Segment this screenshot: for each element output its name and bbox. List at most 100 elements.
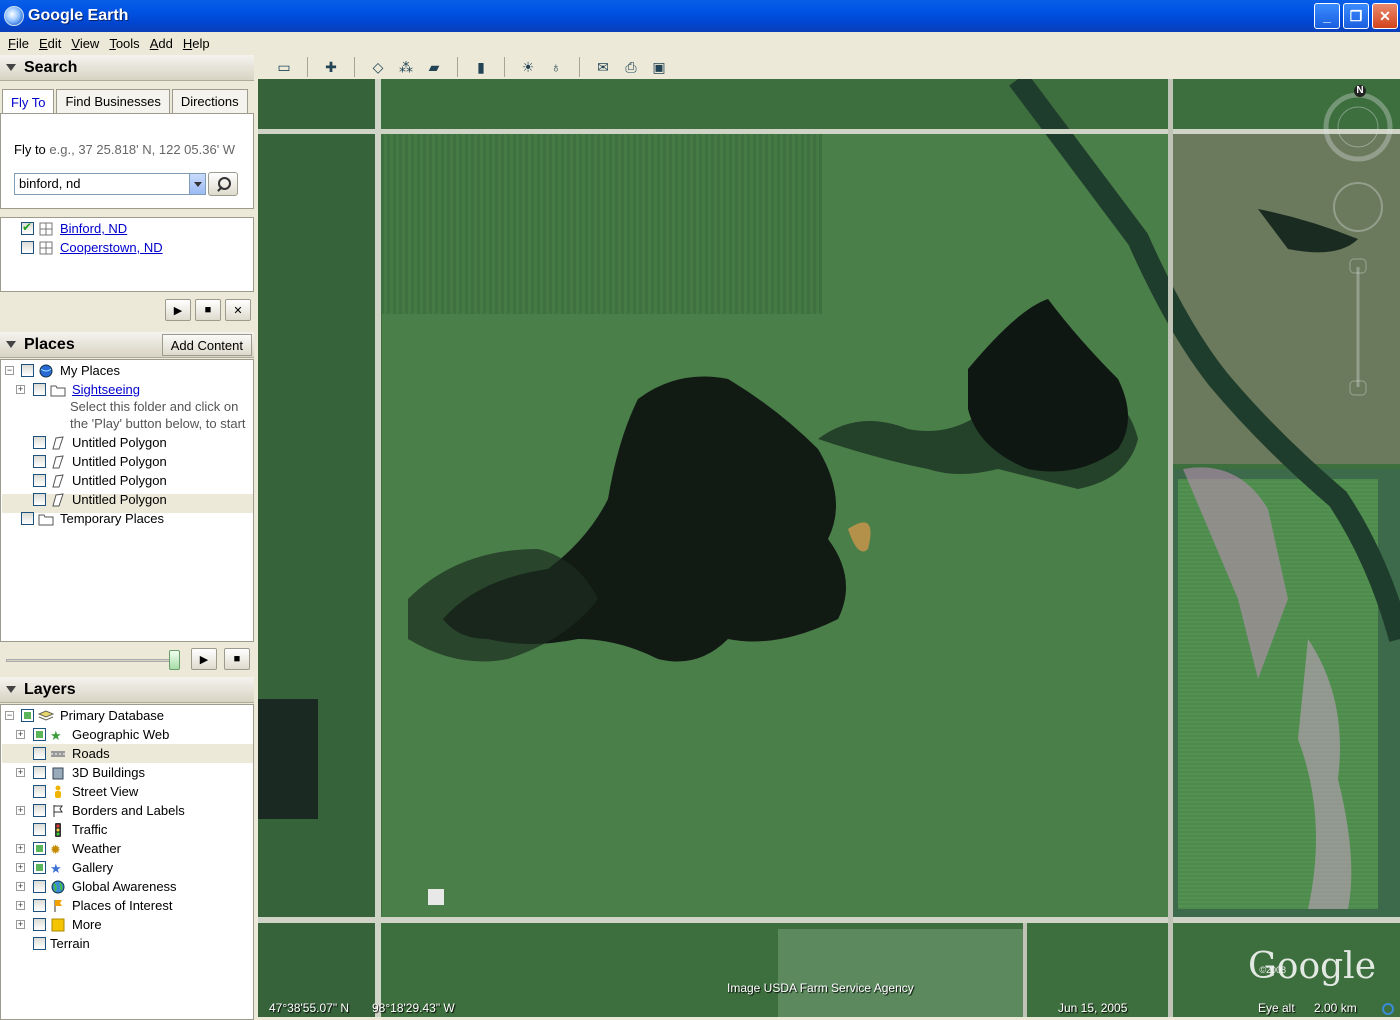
checkbox[interactable] [33, 899, 46, 912]
toggle-sidebar-icon[interactable]: ▭ [272, 57, 296, 77]
checkbox[interactable] [33, 937, 46, 950]
checkbox[interactable] [33, 383, 46, 396]
collapse-toggle[interactable]: − [5, 711, 14, 720]
sky-icon[interactable]: ♁ [544, 57, 568, 77]
checkbox[interactable] [33, 728, 46, 741]
tab-fly-to[interactable]: Fly To [2, 89, 55, 115]
expand-toggle[interactable]: + [16, 920, 25, 929]
checkbox[interactable] [21, 364, 34, 377]
checkbox[interactable] [33, 747, 46, 760]
stop-button[interactable]: ■ [195, 299, 221, 321]
checkbox[interactable] [33, 474, 46, 487]
list-item[interactable]: Cooperstown, ND [21, 238, 163, 257]
layer-places-of-interest[interactable]: Places of Interest [33, 896, 172, 915]
layer-more[interactable]: More [33, 915, 102, 934]
add-path-icon[interactable]: ⁂ [394, 57, 418, 77]
layer-weather[interactable]: ✹ Weather [33, 839, 121, 858]
checkbox[interactable] [33, 880, 46, 893]
checkbox[interactable] [21, 241, 34, 254]
tree-item-polygon[interactable]: Untitled Polygon [33, 471, 167, 490]
layer-3d-buildings[interactable]: 3D Buildings [33, 763, 145, 782]
result-link[interactable]: Cooperstown, ND [60, 240, 163, 255]
tree-item-polygon[interactable]: Untitled Polygon [33, 452, 167, 471]
satellite-imagery[interactable] [258, 79, 1400, 1017]
email-icon[interactable]: ✉ [591, 57, 615, 77]
checkbox[interactable] [33, 918, 46, 931]
menu-tools[interactable]: Tools [105, 36, 145, 51]
tour-slider-handle[interactable] [169, 650, 180, 670]
menu-view[interactable]: View [67, 36, 105, 51]
minimize-button[interactable]: _ [1314, 3, 1340, 29]
checkbox[interactable] [33, 823, 46, 836]
checkbox[interactable] [21, 512, 34, 525]
checkbox[interactable] [33, 455, 46, 468]
checkbox[interactable] [33, 493, 46, 506]
menu-help[interactable]: Help [179, 36, 216, 51]
compass-icon[interactable] [1322, 87, 1394, 417]
tour-slider-track[interactable] [6, 659, 174, 662]
expand-toggle[interactable]: + [16, 901, 25, 910]
layer-street-view[interactable]: Street View [33, 782, 138, 801]
print-icon[interactable]: ⎙ [619, 57, 643, 77]
checkbox[interactable] [21, 220, 34, 235]
sunlight-icon[interactable]: ☀ [516, 57, 540, 77]
north-indicator[interactable]: N [1354, 85, 1366, 97]
clear-button[interactable]: ✕ [225, 299, 251, 321]
layer-primary-database[interactable]: Primary Database [21, 706, 164, 725]
result-link[interactable]: Binford, ND [60, 221, 127, 236]
tree-item-my-places[interactable]: My Places [21, 361, 120, 380]
tree-item-temporary-places[interactable]: Temporary Places [21, 509, 164, 528]
collapse-toggle[interactable]: − [5, 366, 14, 375]
checkbox[interactable] [33, 785, 46, 798]
layer-global-awareness[interactable]: Global Awareness [33, 877, 177, 896]
places-panel-header[interactable]: Places Add Content [0, 332, 254, 358]
menu-add[interactable]: Add [146, 36, 179, 51]
stop-tour-button[interactable]: ■ [224, 648, 250, 670]
expand-toggle[interactable]: + [16, 730, 25, 739]
layers-header-label: Layers [24, 680, 76, 698]
layer-terrain[interactable]: Terrain [33, 934, 90, 953]
expand-toggle[interactable]: + [16, 806, 25, 815]
menu-file[interactable]: File [4, 36, 35, 51]
search-panel-header[interactable]: Search [0, 55, 254, 81]
checkbox[interactable] [33, 766, 46, 779]
tree-item-label[interactable]: Sightseeing [72, 382, 140, 397]
add-placemark-icon[interactable]: ✚ [319, 57, 343, 77]
add-image-overlay-icon[interactable]: ▰ [422, 57, 446, 77]
tab-directions[interactable]: Directions [171, 89, 248, 113]
navigation-controls[interactable]: N [1322, 85, 1394, 417]
checkbox[interactable] [33, 861, 46, 874]
checkbox[interactable] [21, 709, 34, 722]
chevron-down-icon[interactable] [189, 174, 205, 194]
layer-geographic-web[interactable]: ★ Geographic Web [33, 725, 169, 744]
expand-toggle[interactable]: + [16, 863, 25, 872]
expand-toggle[interactable]: + [16, 385, 25, 394]
ruler-icon[interactable]: ▮ [469, 57, 493, 77]
add-content-button[interactable]: Add Content [161, 334, 252, 356]
layers-panel-header[interactable]: Layers [0, 677, 254, 703]
expand-toggle[interactable]: + [16, 844, 25, 853]
checkbox[interactable] [33, 842, 46, 855]
checkbox[interactable] [33, 804, 46, 817]
tree-item-polygon[interactable]: Untitled Polygon [33, 433, 167, 452]
maximize-button[interactable]: ❐ [1343, 3, 1369, 29]
close-button[interactable]: ✕ [1372, 3, 1398, 29]
map-view[interactable]: N ©2008 Google Image USDA Farm Service A… [258, 79, 1400, 1017]
play-button[interactable]: ▶ [165, 299, 191, 321]
expand-toggle[interactable]: + [16, 882, 25, 891]
layer-borders-and-labels[interactable]: Borders and Labels [33, 801, 185, 820]
tree-item-polygon[interactable]: Untitled Polygon [33, 490, 167, 509]
layer-traffic[interactable]: Traffic [33, 820, 107, 839]
layer-roads[interactable]: Roads [33, 744, 110, 763]
menu-edit[interactable]: Edit [35, 36, 67, 51]
expand-toggle[interactable]: + [16, 768, 25, 777]
list-item[interactable]: Binford, ND [21, 219, 127, 238]
tab-find-businesses[interactable]: Find Businesses [56, 89, 170, 113]
flyto-input[interactable]: binford, nd [14, 173, 206, 195]
search-button[interactable] [208, 172, 238, 196]
view-in-maps-icon[interactable]: ▣ [647, 57, 671, 77]
checkbox[interactable] [33, 436, 46, 449]
add-polygon-icon[interactable]: ◇ [366, 57, 390, 77]
layer-gallery[interactable]: ★ Gallery [33, 858, 113, 877]
play-tour-button[interactable]: ▶ [191, 648, 217, 670]
